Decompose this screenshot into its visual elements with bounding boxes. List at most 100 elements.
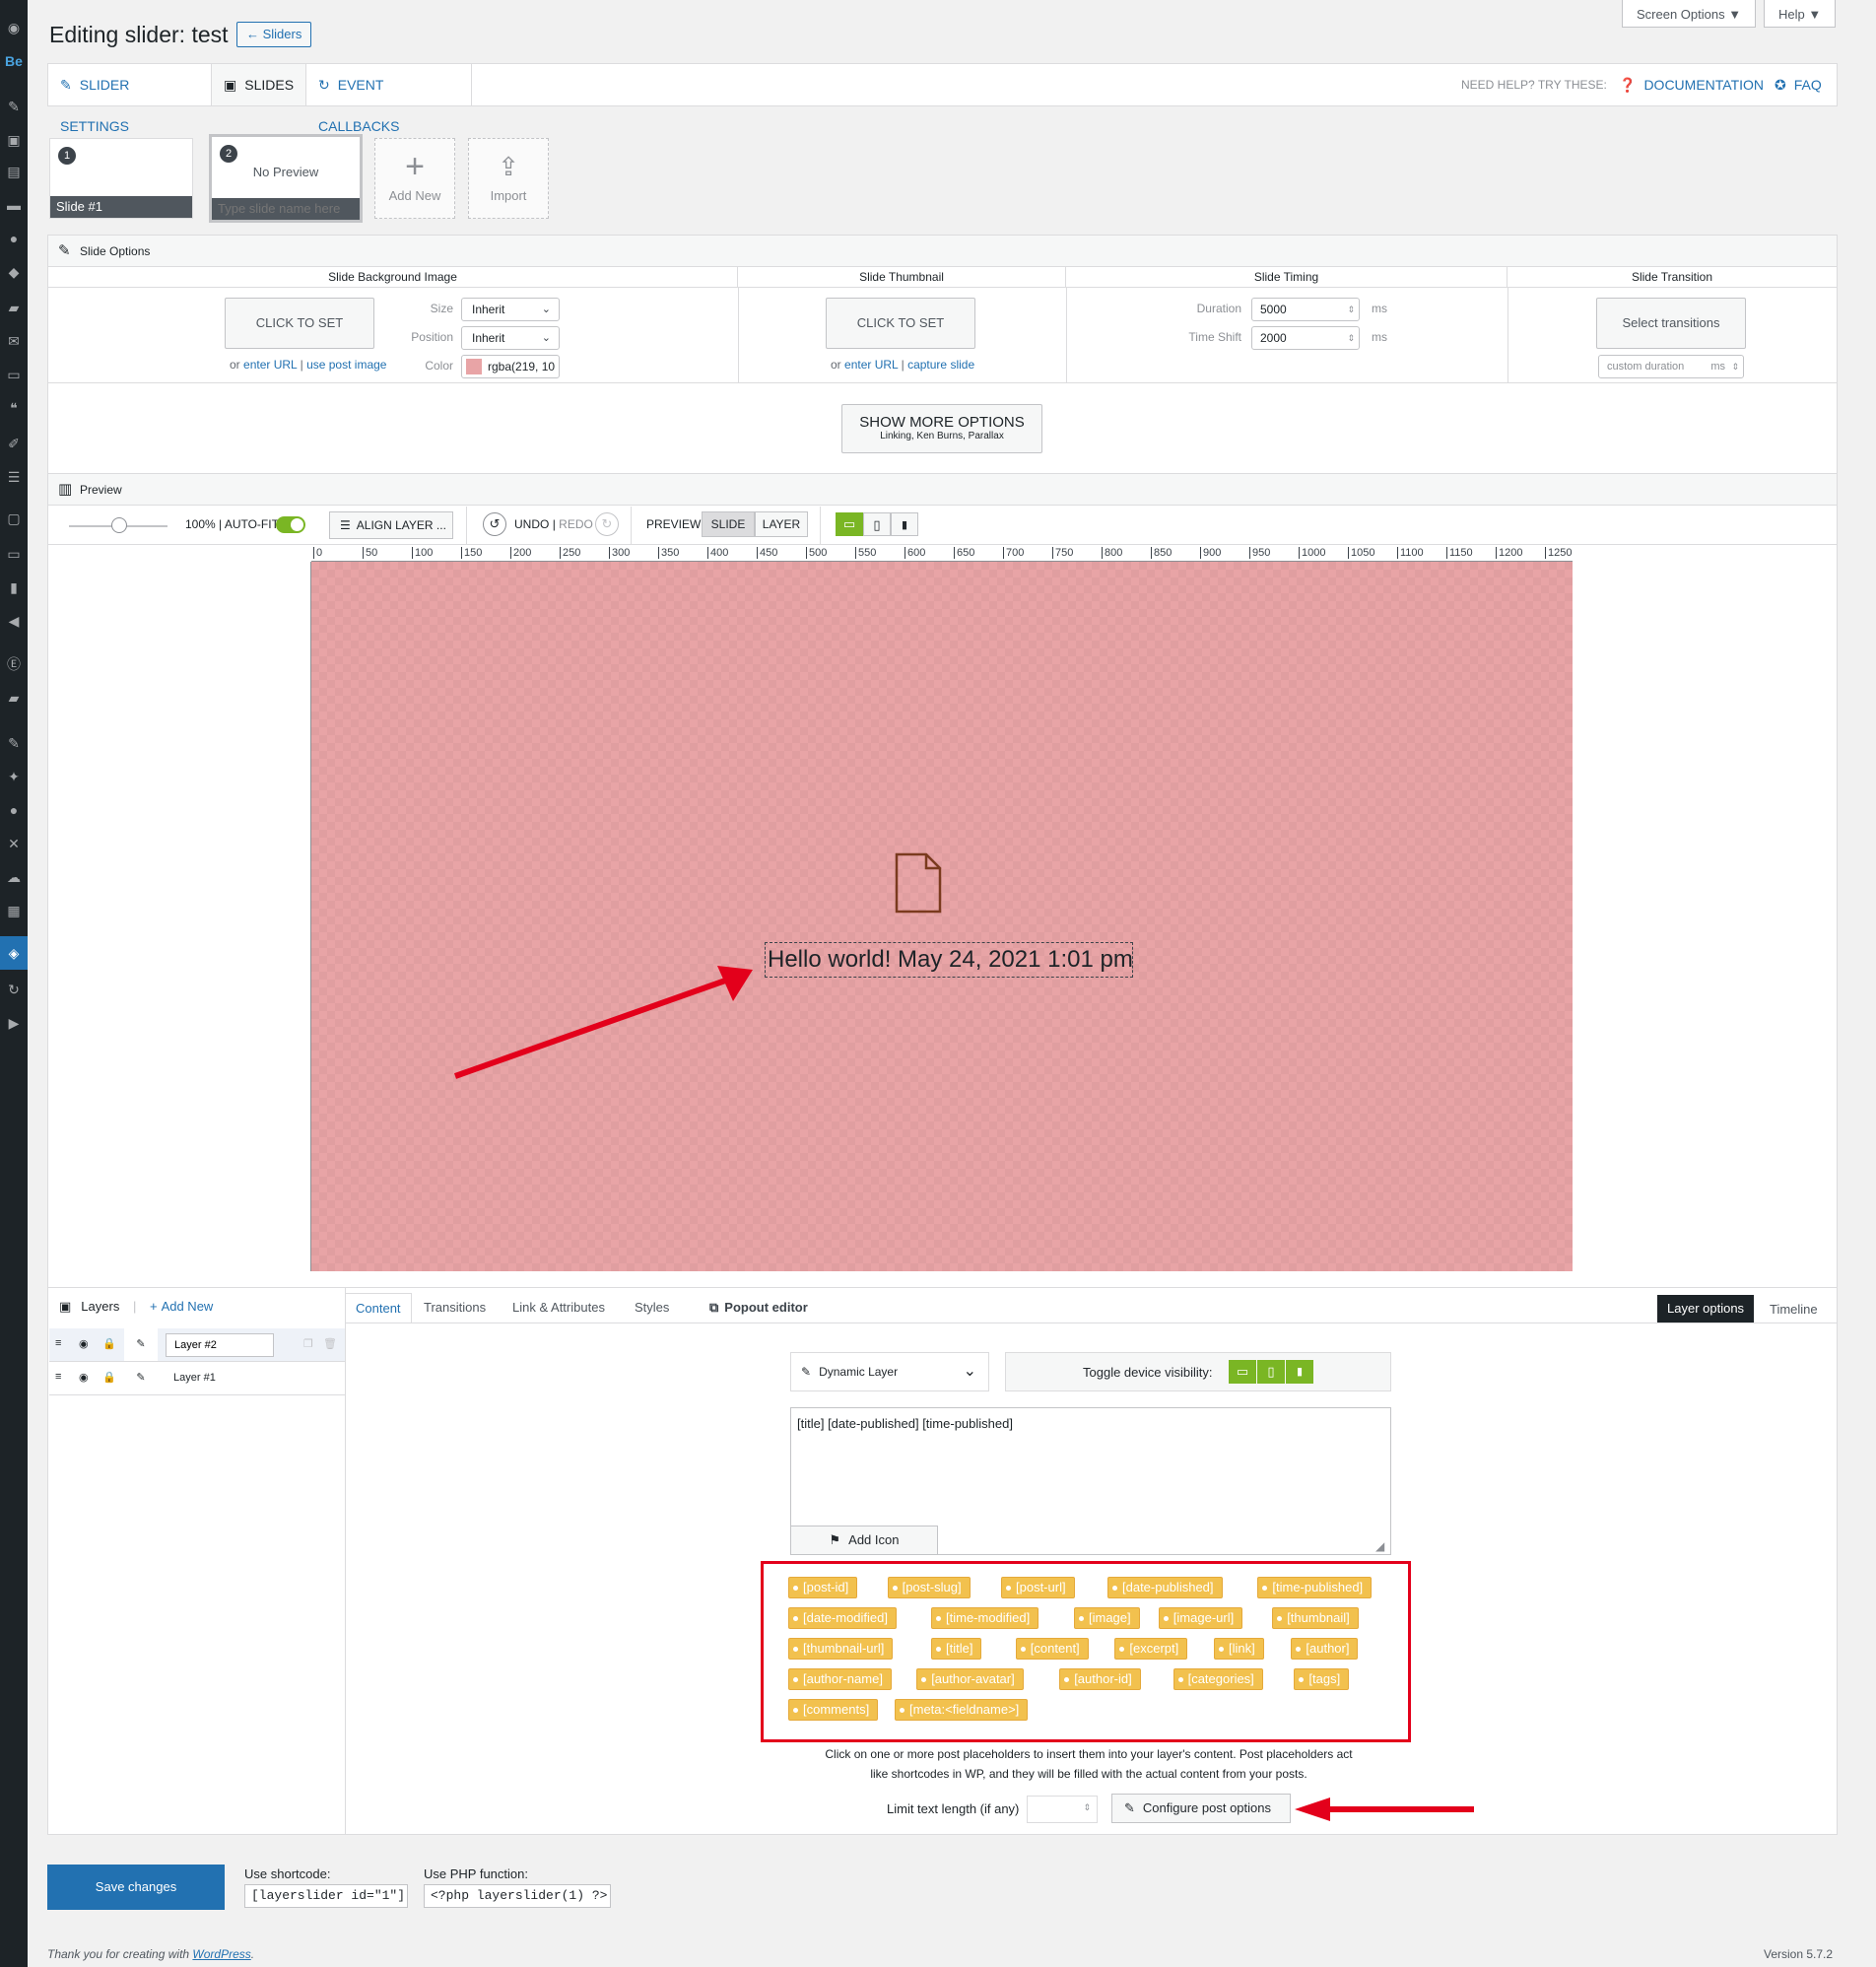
placeholder-tag[interactable]: [image-url]	[1158, 1607, 1243, 1629]
stepper-icon[interactable]: ⇕	[1347, 327, 1355, 349]
placeholder-tag[interactable]: [thumbnail-url]	[788, 1638, 894, 1660]
phone-visibility-icon[interactable]: ▮	[1286, 1360, 1313, 1384]
add-icon-button[interactable]: ⚑ Add Icon	[790, 1526, 938, 1555]
tab-styles[interactable]: Styles	[625, 1293, 679, 1323]
tag-icon[interactable]: ◆	[4, 262, 24, 282]
position-select[interactable]: Inherit ⌄	[461, 326, 560, 350]
import-slide-button[interactable]: ⇪ Import	[468, 138, 549, 219]
size-select[interactable]: Inherit ⌄	[461, 298, 560, 321]
save-changes-button[interactable]: Save changes	[47, 1865, 225, 1910]
thumb-enter-url-link[interactable]: enter URL	[844, 358, 898, 372]
thumb-click-to-set-button[interactable]: CLICK TO SET	[826, 298, 975, 349]
placeholder-tag[interactable]: [author]	[1291, 1638, 1359, 1660]
users-icon[interactable]: ●	[4, 229, 24, 248]
php-field[interactable]: <?php layerslider(1) ?>	[424, 1884, 611, 1908]
chart-icon[interactable]: ▮	[4, 577, 24, 597]
stepper-icon[interactable]: ⇕	[1083, 1802, 1091, 1813]
capture-slide-link[interactable]: capture slide	[907, 358, 974, 372]
placeholder-tag[interactable]: [author-name]	[788, 1668, 892, 1690]
layers-icon[interactable]: ◈	[4, 943, 24, 963]
placeholder-tag[interactable]: [author-avatar]	[916, 1668, 1024, 1690]
placeholder-tag[interactable]: [time-modified]	[931, 1607, 1039, 1629]
color-swatch[interactable]	[466, 359, 482, 374]
documentation-link[interactable]: ❓ DOCUMENTATION	[1619, 64, 1764, 105]
slide-name-input[interactable]	[212, 198, 360, 220]
table-icon[interactable]: ☰	[4, 467, 24, 487]
pin-icon[interactable]: ✎	[4, 97, 24, 116]
timeline-button[interactable]: Timeline	[1760, 1295, 1828, 1324]
tablet-icon[interactable]: ▯	[863, 512, 891, 536]
tools-icon[interactable]: ✕	[4, 834, 24, 853]
select-transitions-button[interactable]: Select transitions	[1596, 298, 1746, 349]
placeholder-tag[interactable]: [post-slug]	[887, 1577, 971, 1598]
placeholder-tag[interactable]: [author-id]	[1059, 1668, 1141, 1690]
tab-content[interactable]: Content	[345, 1293, 412, 1323]
tab-slider-settings[interactable]: ✎ SLIDER SETTINGS	[48, 64, 212, 134]
redo-icon[interactable]: ↻	[595, 512, 619, 536]
placeholder-tag[interactable]: [date-modified]	[788, 1607, 897, 1629]
lock-icon[interactable]: 🔒	[102, 1337, 116, 1350]
align-layer-button[interactable]: ☰ ALIGN LAYER ...	[329, 511, 453, 539]
redo-button[interactable]: REDO	[559, 517, 593, 531]
configure-post-options-button[interactable]: ✎ Configure post options	[1111, 1794, 1291, 1823]
desktop-icon[interactable]: ▭	[836, 512, 863, 536]
play-icon[interactable]: ▶	[4, 1013, 24, 1033]
woo-icon[interactable]: ▢	[4, 509, 24, 528]
placeholder-tag[interactable]: [tags]	[1294, 1668, 1350, 1690]
layer-options-button[interactable]: Layer options	[1657, 1295, 1755, 1323]
undo-button[interactable]: UNDO	[514, 517, 549, 531]
be-logo-icon[interactable]: Be	[4, 51, 24, 71]
custom-duration-input[interactable]: custom duration ms ⇕	[1598, 355, 1744, 378]
show-more-options-button[interactable]: SHOW MORE OPTIONS Linking, Ken Burns, Pa…	[841, 404, 1042, 453]
grid-icon[interactable]: ▦	[4, 901, 24, 920]
resize-handle-icon[interactable]: ◢	[1375, 1539, 1384, 1553]
back-to-sliders-button[interactable]: ← Sliders	[236, 22, 312, 47]
slide-thumb-1[interactable]: 1 Slide #1	[49, 138, 193, 219]
refresh-icon[interactable]: ↻	[4, 980, 24, 999]
slide-canvas[interactable]: Hello world! May 24, 2021 1:01 pm	[311, 562, 1573, 1271]
layer-type-select[interactable]: ✎ Dynamic Layer ⌄	[790, 1352, 989, 1391]
placeholder-tag[interactable]: [time-published]	[1257, 1577, 1373, 1598]
add-new-layer-link[interactable]: + Add New	[150, 1299, 213, 1314]
megaphone-icon[interactable]: ◀	[4, 611, 24, 631]
eye-icon[interactable]: ◉	[79, 1371, 89, 1384]
placeholder-tag[interactable]: [post-url]	[1001, 1577, 1075, 1598]
trash-icon[interactable]: 🗑	[323, 1337, 337, 1350]
lock-icon[interactable]: 🔒	[102, 1371, 116, 1384]
placeholder-tag[interactable]: [date-published]	[1107, 1577, 1223, 1598]
placeholder-tag[interactable]: [excerpt]	[1114, 1638, 1188, 1660]
plugins-icon[interactable]: ✦	[4, 767, 24, 786]
tab-slides[interactable]: ▣ SLIDES	[212, 64, 306, 105]
phone-icon[interactable]: ▮	[891, 512, 918, 536]
dashboard-icon[interactable]: ◉	[4, 18, 24, 37]
drag-handle-icon[interactable]: ≡	[55, 1337, 61, 1349]
limit-text-input[interactable]: ⇕	[1027, 1796, 1098, 1823]
faq-link[interactable]: ✪ FAQ	[1775, 64, 1822, 105]
mail-icon[interactable]: ✉	[4, 331, 24, 351]
settings-icon[interactable]: ☁	[4, 867, 24, 887]
preview-layer-button[interactable]: LAYER	[755, 511, 808, 537]
undo-icon[interactable]: ↺	[483, 512, 506, 536]
layer-row-2[interactable]: ≡ ◉ 🔒 ✎ ❐ 🗑	[49, 1328, 345, 1362]
placeholder-tag[interactable]: [meta:<fieldname>]	[895, 1699, 1029, 1721]
placeholder-tag[interactable]: [content]	[1015, 1638, 1089, 1660]
user-icon[interactable]: ●	[4, 800, 24, 820]
autofit-toggle[interactable]	[276, 516, 305, 533]
wordpress-link[interactable]: WordPress	[192, 1947, 250, 1961]
duplicate-icon[interactable]: ❐	[303, 1337, 313, 1350]
add-new-slide-button[interactable]: + Add New	[374, 138, 455, 219]
placeholder-tag[interactable]: [thumbnail]	[1272, 1607, 1359, 1629]
stepper-icon[interactable]: ⇕	[1731, 356, 1739, 377]
layer-row-1[interactable]: ≡ ◉ 🔒 ✎ Layer #1	[49, 1362, 345, 1395]
bar-icon[interactable]: ▭	[4, 365, 24, 384]
preview-slide-button[interactable]: SLIDE	[702, 511, 755, 537]
shortcode-field[interactable]: [layerslider id="1"]	[244, 1884, 408, 1908]
quote-icon[interactable]: ❝	[4, 398, 24, 418]
placeholder-tag[interactable]: [title]	[931, 1638, 982, 1660]
tab-link-attributes[interactable]: Link & Attributes	[502, 1293, 615, 1323]
pages-icon[interactable]: ▤	[4, 162, 24, 181]
placeholder-tag[interactable]: [comments]	[788, 1699, 879, 1721]
popout-editor-button[interactable]: ⧉ Popout editor	[700, 1293, 818, 1323]
duration-input[interactable]: 5000 ⇕	[1251, 298, 1360, 321]
drag-handle-icon[interactable]: ≡	[55, 1371, 61, 1383]
